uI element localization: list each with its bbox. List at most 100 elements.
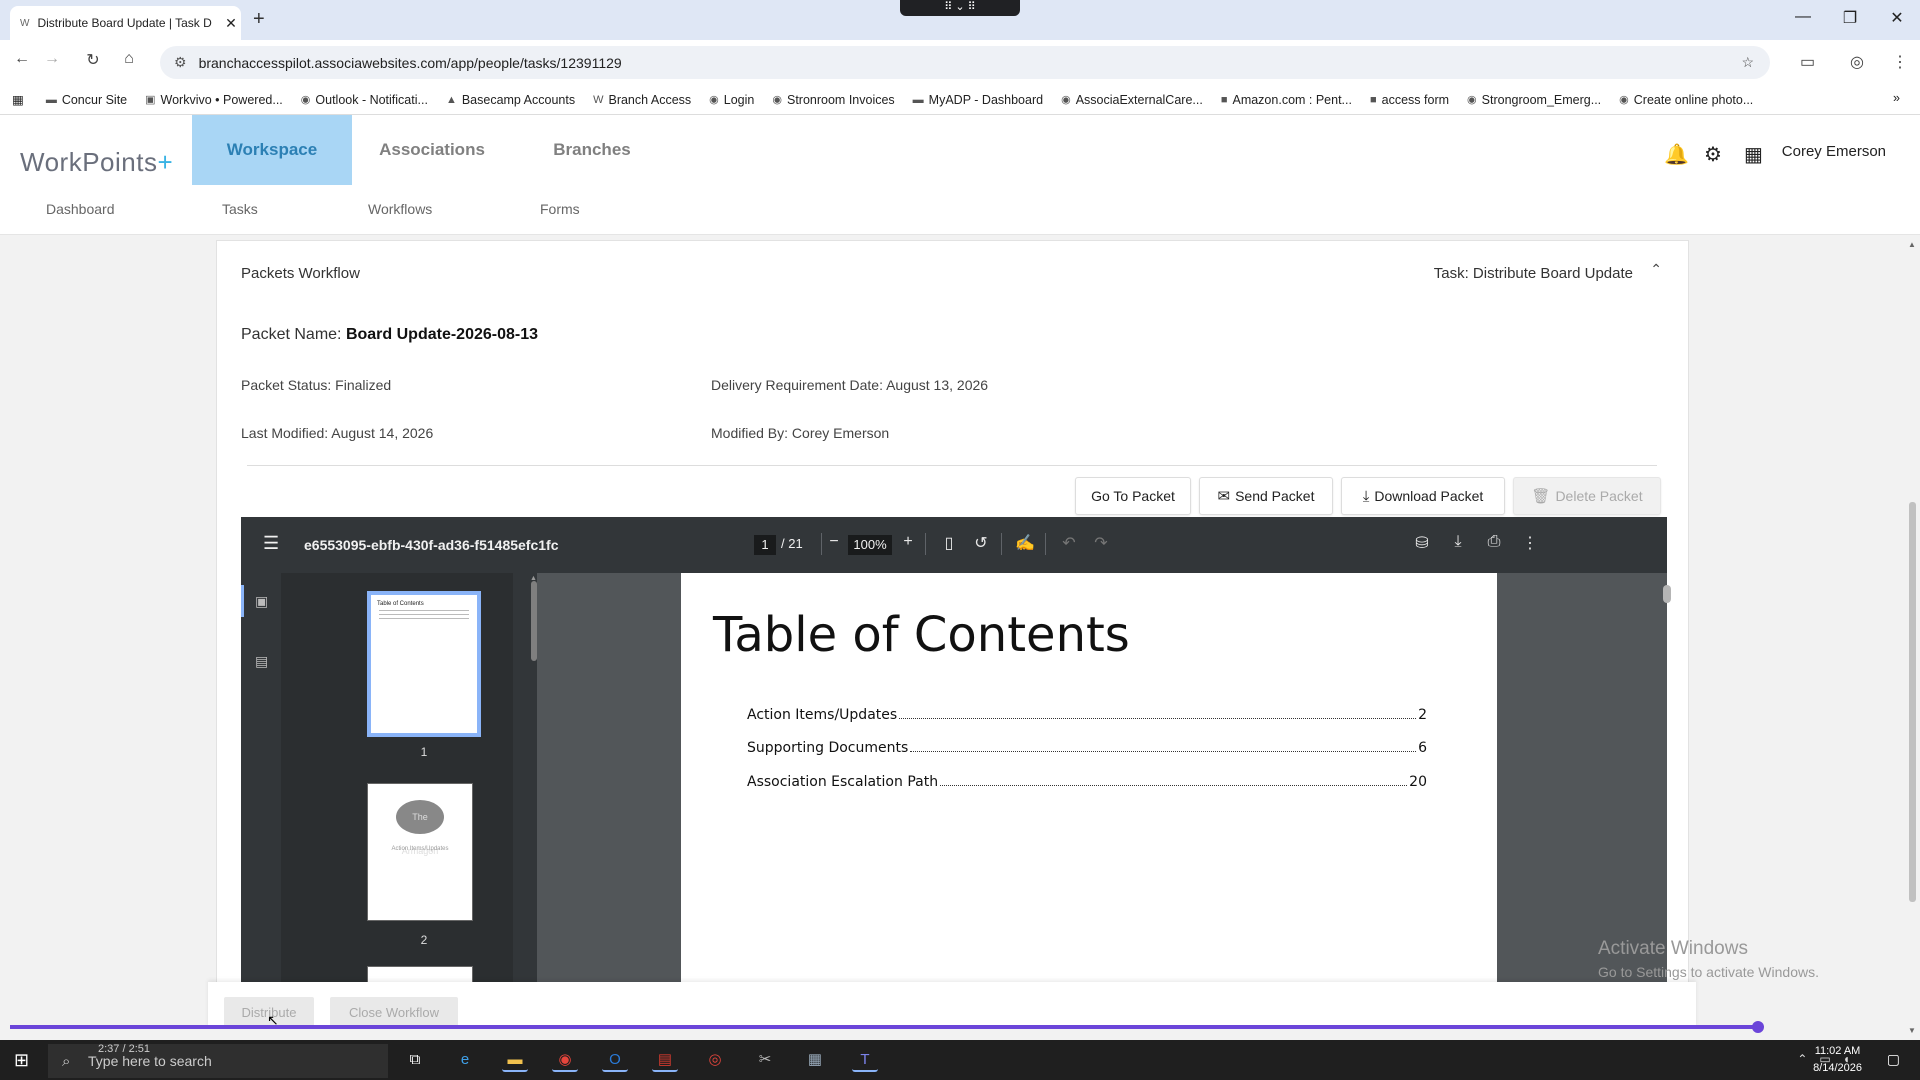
bell-icon[interactable]: 🔔 [1664, 142, 1689, 167]
bookmark-label: Amazon.com : Pent... [1232, 92, 1352, 107]
toc-entry[interactable]: Association Escalation Path 20 [747, 774, 1427, 790]
redo-icon[interactable]: ↷ [1090, 533, 1112, 553]
page-number-input[interactable]: 1 [754, 535, 776, 555]
subnav-workflows[interactable]: Workflows [368, 201, 432, 217]
logo-plus: + [157, 147, 174, 177]
page-thumbnail-1[interactable]: Table of Contents [367, 591, 481, 737]
chrome-icon[interactable]: ◉ [552, 1048, 578, 1072]
download-packet-button[interactable]: ⤓ Download Packet [1341, 477, 1505, 515]
pdf-scroll-thumb[interactable] [1663, 585, 1671, 603]
user-name[interactable]: Corey Emerson [1782, 143, 1886, 160]
gear-icon[interactable]: ⚙ [1704, 142, 1722, 167]
go-to-packet-button[interactable]: Go To Packet [1075, 477, 1191, 515]
bookmark-4[interactable]: W Branch Access [593, 93, 691, 107]
undo-icon[interactable]: ↶ [1058, 533, 1080, 553]
send-packet-button[interactable]: ✉ Send Packet [1199, 477, 1333, 515]
apps-grid-icon[interactable]: ▦ [1744, 142, 1763, 167]
browser-tab[interactable]: W Distribute Board Update | Task D ✕ [10, 6, 241, 40]
more-bookmarks-icon[interactable]: » [1893, 91, 1900, 105]
teams-icon[interactable]: T [852, 1048, 878, 1072]
pdf-app-icon[interactable]: ▤ [652, 1048, 678, 1072]
notifications-icon[interactable]: ▢ [1887, 1051, 1900, 1068]
bookmark-star-icon[interactable]: ☆ [1741, 54, 1754, 71]
bookmark-1[interactable]: ▣ Workvivo • Powered... [145, 93, 283, 107]
subnav-dashboard[interactable]: Dashboard [46, 201, 115, 217]
subnav-forms[interactable]: Forms [540, 201, 580, 217]
taskbar-clock[interactable]: 11:02 AM 8/14/2026 [1813, 1043, 1862, 1077]
screen-share-handle[interactable]: ⠿ ⌄ ⠿ [900, 0, 1020, 16]
rotate-icon[interactable]: ↺ [970, 533, 992, 553]
forward-icon[interactable]: → [40, 50, 64, 68]
save-drive-icon[interactable]: ⛁ [1411, 533, 1433, 553]
file-explorer-icon[interactable]: ▬ [502, 1048, 528, 1072]
nav-branches[interactable]: Branches [512, 115, 672, 185]
pdf-scrollbar[interactable] [1663, 573, 1671, 1001]
home-icon[interactable]: ⌂ [117, 50, 141, 68]
fit-page-icon[interactable]: ▯ [938, 533, 960, 553]
cast-icon[interactable]: ▭ [1800, 52, 1815, 72]
toc-entry[interactable]: Action Items/Updates 2 [747, 707, 1427, 723]
close-workflow-button[interactable]: Close Workflow [330, 997, 458, 1027]
media-progress-knob[interactable] [1752, 1021, 1764, 1033]
outlook-icon[interactable]: O [602, 1048, 628, 1072]
page-scroll-thumb[interactable] [1909, 502, 1916, 902]
pdf-menu-icon[interactable]: ☰ [263, 533, 279, 554]
pdf-more-icon[interactable]: ⋮ [1519, 533, 1541, 553]
edge-icon[interactable]: e [452, 1048, 478, 1072]
close-tab-icon[interactable]: ✕ [221, 15, 241, 32]
address-bar[interactable]: ⚙ branchaccesspilot.associawebsites.com/… [160, 46, 1770, 79]
scroll-up-icon[interactable]: ▲ [1908, 240, 1916, 249]
bookmark-9[interactable]: ■ Amazon.com : Pent... [1221, 93, 1352, 107]
reload-icon[interactable]: ↻ [81, 50, 105, 70]
zoom-in-icon[interactable]: + [897, 533, 919, 551]
site-info-icon[interactable]: ⚙ [174, 54, 187, 71]
bookmark-0[interactable]: ▬ Concur Site [46, 93, 127, 107]
bookmark-6[interactable]: ◉ Stronroom Invoices [772, 93, 894, 107]
thumb-subtitle: Action Items/Updates [391, 846, 449, 852]
bookmark-2[interactable]: ◉ Outlook - Notificati... [301, 93, 428, 107]
pdf-download-icon[interactable]: ⤓ [1447, 533, 1469, 551]
windows-start-icon[interactable]: ⊞ [14, 1050, 29, 1071]
bookmark-11[interactable]: ◉ Strongroom_Emerg... [1467, 93, 1601, 107]
red-app-icon[interactable]: ◎ [702, 1048, 728, 1072]
back-icon[interactable]: ← [10, 50, 34, 68]
thumbnails-icon[interactable]: ▣ [255, 593, 268, 610]
window-close-icon[interactable]: ✕ [1882, 8, 1912, 28]
apps-icon[interactable]: ▦ [12, 92, 24, 107]
tray-chevron-icon[interactable]: ⌃ [1797, 1052, 1807, 1066]
packet-name-value: Board Update-2026-08-13 [345, 326, 539, 343]
bookmark-5[interactable]: ◉ Login [709, 93, 754, 107]
bookmark-10[interactable]: ■ access form [1370, 93, 1449, 107]
bookmark-12[interactable]: ◉ Create online photo... [1619, 93, 1753, 107]
chrome-menu-icon[interactable]: ⋮ [1892, 52, 1908, 72]
new-tab-icon[interactable]: + [253, 8, 265, 31]
nav-associations[interactable]: Associations [352, 115, 512, 185]
notepad-icon[interactable]: ▦ [802, 1048, 828, 1072]
separator [925, 533, 926, 555]
restore-icon[interactable]: ❐ [1835, 8, 1865, 28]
subnav-tasks[interactable]: Tasks [222, 201, 258, 217]
page-scrollbar[interactable]: ▲ ▼ [1905, 240, 1920, 1040]
packet-status: Packet Status: Finalized [241, 377, 392, 393]
page-thumbnail-2[interactable]: The Armagon Action Items/Updates [367, 783, 473, 921]
bookmark-8[interactable]: ◉ AssociaExternalCare... [1061, 93, 1203, 107]
minimize-icon[interactable]: — [1788, 8, 1818, 26]
zoom-input[interactable]: 100% [848, 535, 892, 555]
delete-packet-button[interactable]: 🗑 Delete Packet [1513, 477, 1661, 515]
workpoints-logo[interactable]: WorkPoints+ [20, 147, 173, 178]
bookmark-3[interactable]: ▲ Basecamp Accounts [446, 93, 575, 107]
scroll-down-icon[interactable]: ▼ [1908, 1026, 1916, 1035]
annotate-icon[interactable]: ✍ [1014, 533, 1036, 553]
bookmark-7[interactable]: ▬ MyADP - Dashboard [913, 93, 1043, 107]
toc-entry[interactable]: Supporting Documents 6 [747, 740, 1427, 756]
nav-workspace[interactable]: Workspace [192, 115, 352, 185]
profile-icon[interactable]: ◎ [1850, 52, 1864, 72]
outline-icon[interactable]: ▤ [255, 653, 268, 670]
packet-name-label: Packet Name: [241, 326, 342, 343]
print-icon[interactable]: ⎙ [1483, 533, 1505, 551]
zoom-out-icon[interactable]: − [823, 533, 845, 551]
task-view-icon[interactable]: ⧉ [402, 1048, 428, 1072]
delivery-date: Delivery Requirement Date: August 13, 20… [711, 377, 989, 393]
snip-app-icon[interactable]: ✂ [752, 1048, 778, 1072]
collapse-chevron-icon[interactable]: ⌃ [1650, 261, 1662, 278]
